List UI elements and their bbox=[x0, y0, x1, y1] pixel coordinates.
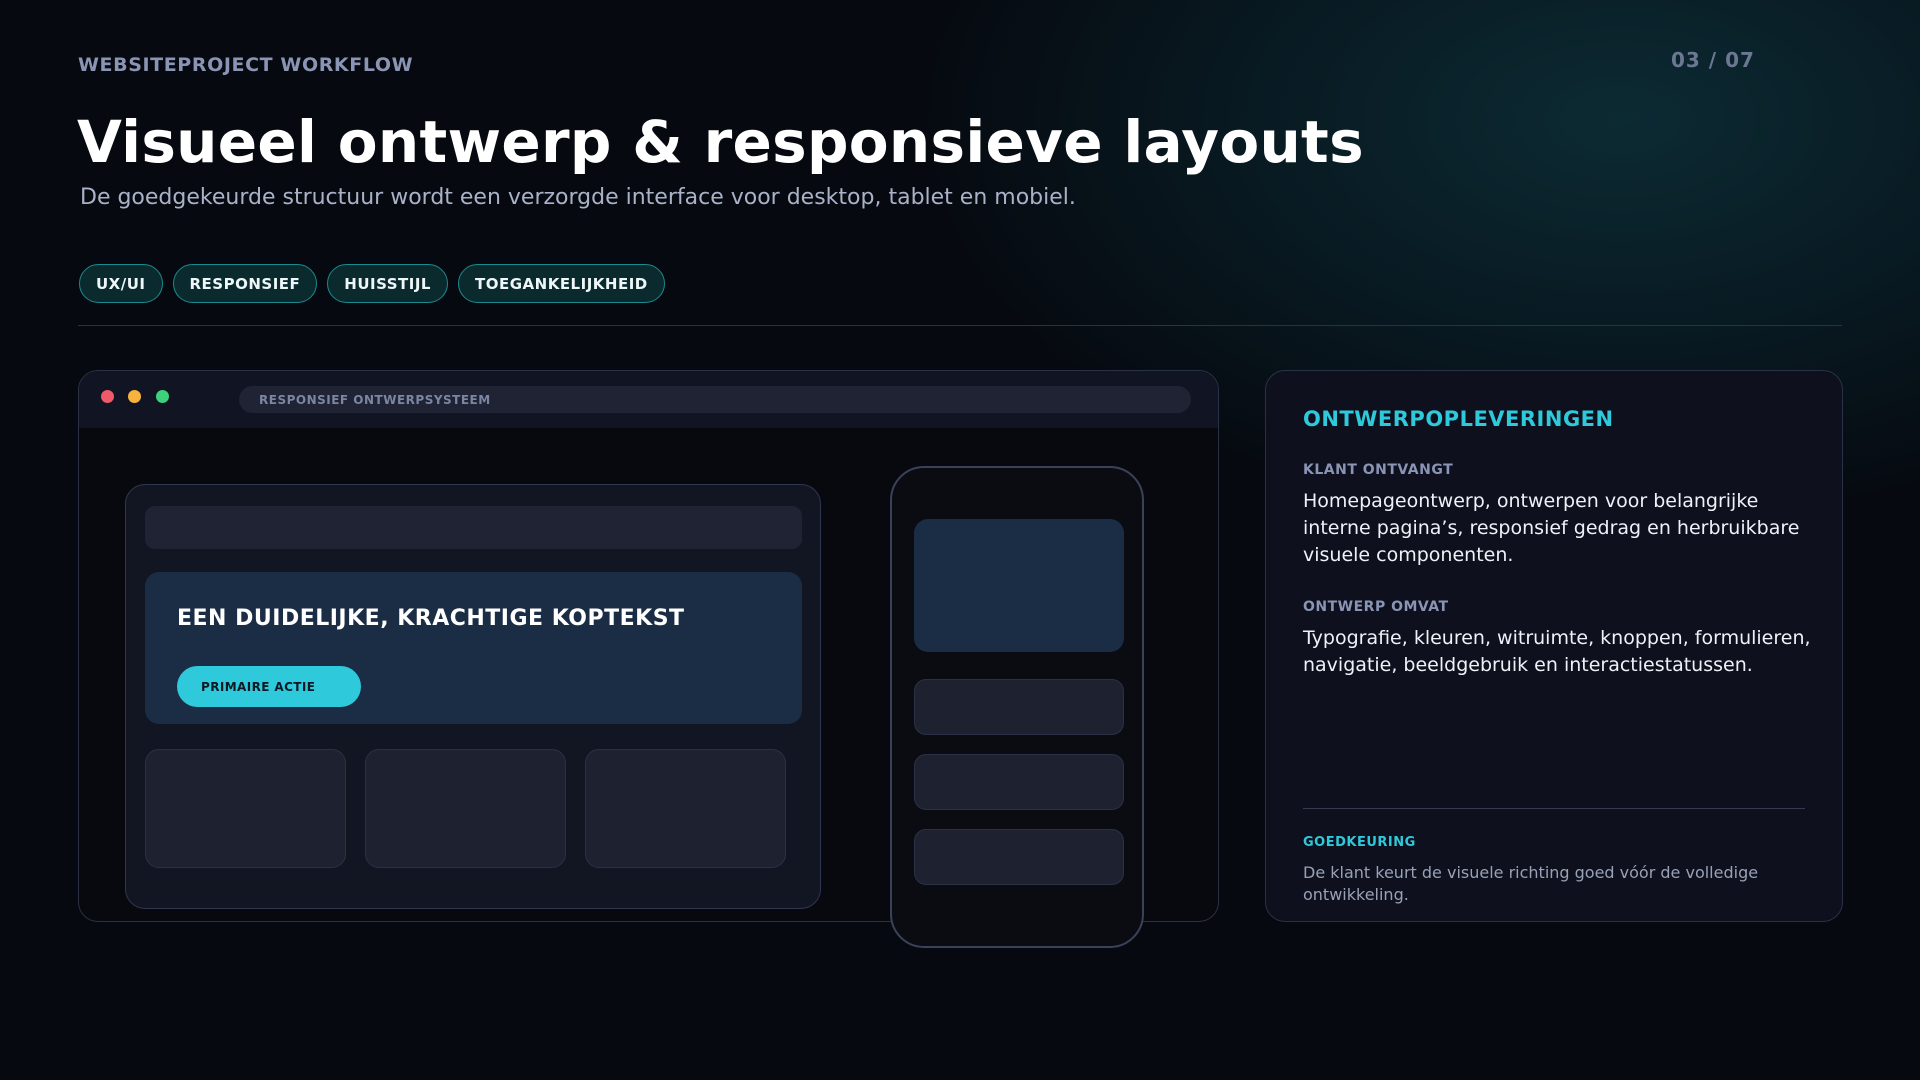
placeholder-card bbox=[365, 749, 566, 868]
tag-responsief: RESPONSIEF bbox=[172, 264, 318, 303]
browser-toolbar: RESPONSIEF ONTWERPSYSTEEM bbox=[79, 371, 1218, 428]
deliverables-panel: ONTWERPOPLEVERINGEN KLANT ONTVANGT Homep… bbox=[1265, 370, 1843, 922]
mobile-placeholder-row bbox=[914, 679, 1124, 735]
placeholder-nav-bar bbox=[145, 506, 802, 549]
panel-title: ONTWERPOPLEVERINGEN bbox=[1303, 407, 1614, 431]
page-counter: 03 / 07 bbox=[1671, 48, 1755, 72]
section-text-client-receives: Homepageontwerp, ontwerpen voor belangri… bbox=[1303, 490, 1800, 566]
tag-list: UX/UI RESPONSIEF HUISSTIJL TOEGANKELIJKH… bbox=[79, 264, 665, 303]
placeholder-card bbox=[585, 749, 786, 868]
section-label-client-receives: KLANT ONTVANGT bbox=[1303, 462, 1454, 478]
hero-block: EEN DUIDELIJKE, KRACHTIGE KOPTEKST PRIMA… bbox=[145, 572, 802, 724]
primary-action-button[interactable]: PRIMAIRE ACTIE bbox=[177, 666, 361, 707]
tag-ux-ui: UX/UI bbox=[79, 264, 163, 303]
window-close-dot-icon bbox=[101, 390, 114, 403]
address-bar: RESPONSIEF ONTWERPSYSTEEM bbox=[239, 386, 1191, 413]
tag-toegankelijkheid: TOEGANKELIJKHEID bbox=[457, 264, 665, 303]
approval-label: GOEDKEURING bbox=[1303, 835, 1416, 850]
page-title: Visueel ontwerp & responsieve layouts bbox=[77, 108, 1364, 176]
hero-heading: EEN DUIDELIJKE, KRACHTIGE KOPTEKST bbox=[177, 606, 685, 631]
panel-divider bbox=[1303, 808, 1805, 809]
section-label-design-scope: ONTWERP OMVAT bbox=[1303, 599, 1449, 615]
header-divider bbox=[78, 325, 1842, 326]
window-minimize-dot-icon bbox=[128, 390, 141, 403]
mobile-placeholder-row bbox=[914, 754, 1124, 810]
approval-text: De klant keurt de visuele richting goed … bbox=[1303, 863, 1759, 904]
mobile-placeholder-row bbox=[914, 829, 1124, 885]
section-kicker: WEBSITEPROJECT WORKFLOW bbox=[78, 54, 414, 76]
tag-huisstijl: HUISSTIJL bbox=[327, 264, 448, 303]
page-subtitle: De goedgekeurde structuur wordt een verz… bbox=[80, 185, 1076, 210]
mobile-hero-block bbox=[914, 519, 1124, 652]
desktop-layout-frame: EEN DUIDELIJKE, KRACHTIGE KOPTEKST PRIMA… bbox=[125, 484, 821, 909]
placeholder-card bbox=[145, 749, 346, 868]
section-text-design-scope: Typografie, kleuren, witruimte, knoppen,… bbox=[1303, 627, 1811, 676]
mobile-mockup bbox=[890, 466, 1144, 948]
window-maximize-dot-icon bbox=[156, 390, 169, 403]
